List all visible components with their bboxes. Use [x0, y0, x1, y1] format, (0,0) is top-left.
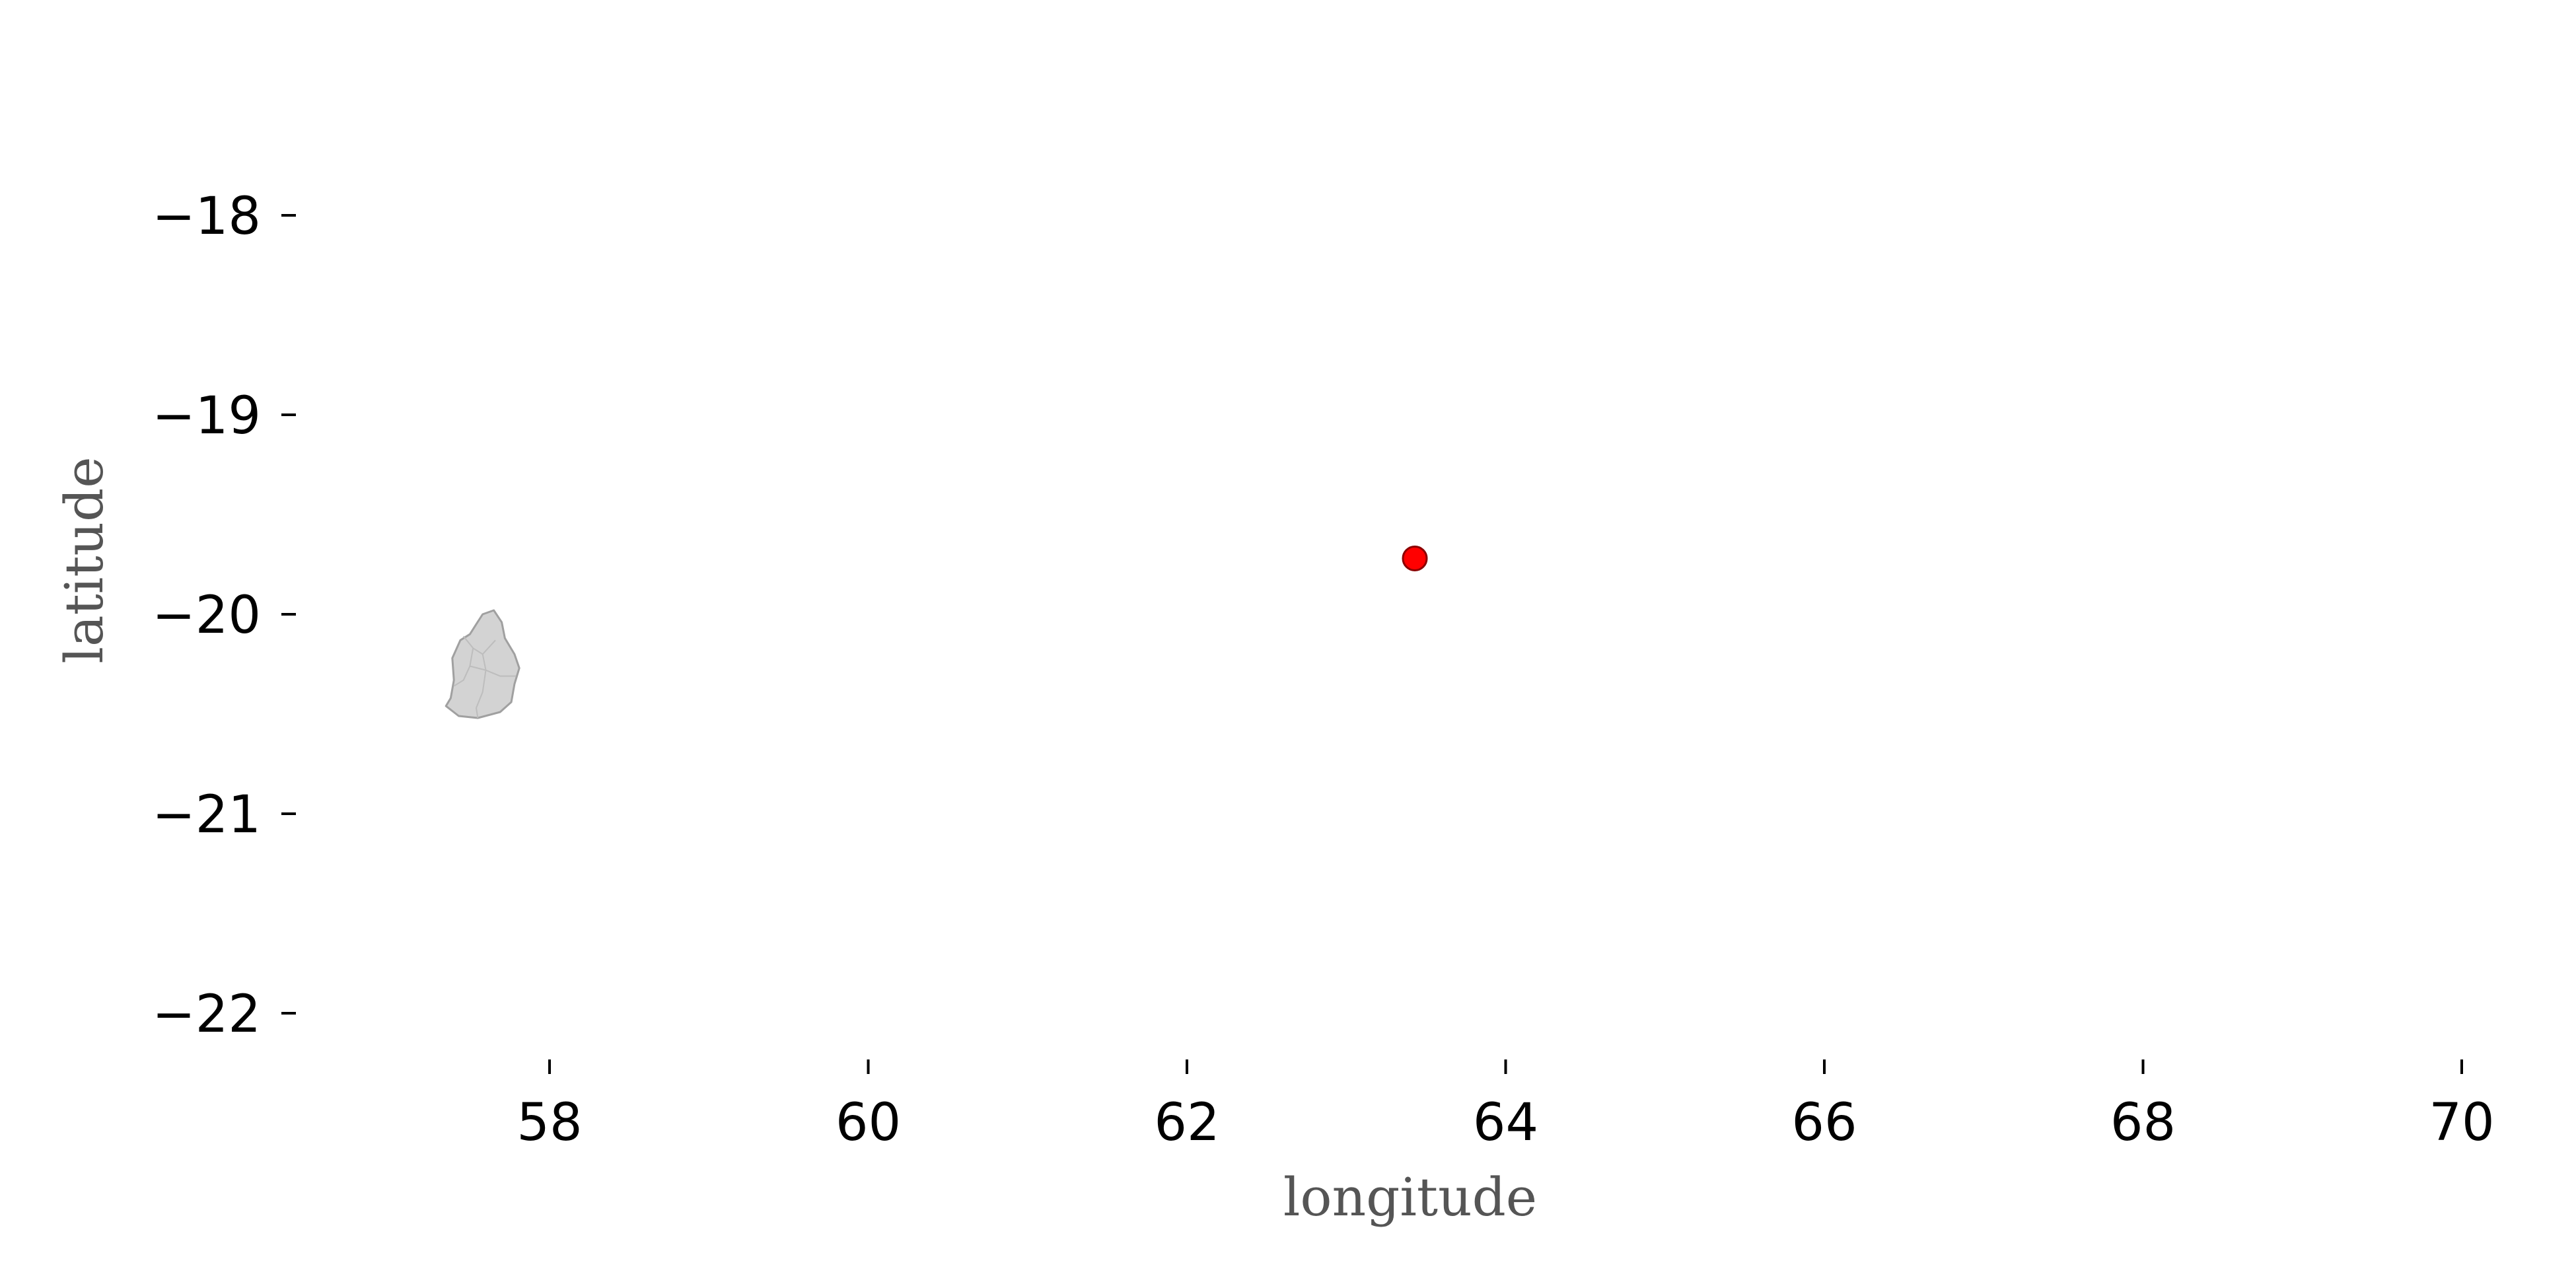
- x-tick-label: 64: [1473, 1093, 1538, 1153]
- island-shape: [445, 609, 520, 719]
- points-layer: [1402, 545, 1428, 571]
- y-tick-label: −18: [152, 187, 261, 246]
- y-tick-label: −21: [152, 785, 261, 845]
- x-tick-label: 66: [1791, 1093, 1857, 1153]
- y-tick-label: −20: [152, 586, 261, 645]
- y-tick-label: −19: [152, 386, 261, 446]
- land-layer: [445, 609, 520, 719]
- x-tick-label: 68: [2110, 1093, 2176, 1153]
- x-tick-label: 70: [2429, 1093, 2494, 1153]
- map-chart: 58 60 62 64 66 68 70 −18 −19 −20 −21 −22 longitude…: [54, 187, 2495, 1228]
- location-marker: [1402, 545, 1428, 571]
- x-tick-label: 58: [517, 1093, 582, 1153]
- x-axis-label: longitude: [1283, 1166, 1537, 1228]
- x-tick-label: 62: [1154, 1093, 1219, 1153]
- y-tick-label: −22: [152, 985, 261, 1044]
- y-axis: −18 −19 −20 −21 −22: [152, 187, 296, 1044]
- x-tick-label: 60: [836, 1093, 901, 1153]
- x-axis: 58 60 62 64 66 68 70: [517, 1059, 2495, 1153]
- y-axis-label: latitude: [54, 456, 115, 663]
